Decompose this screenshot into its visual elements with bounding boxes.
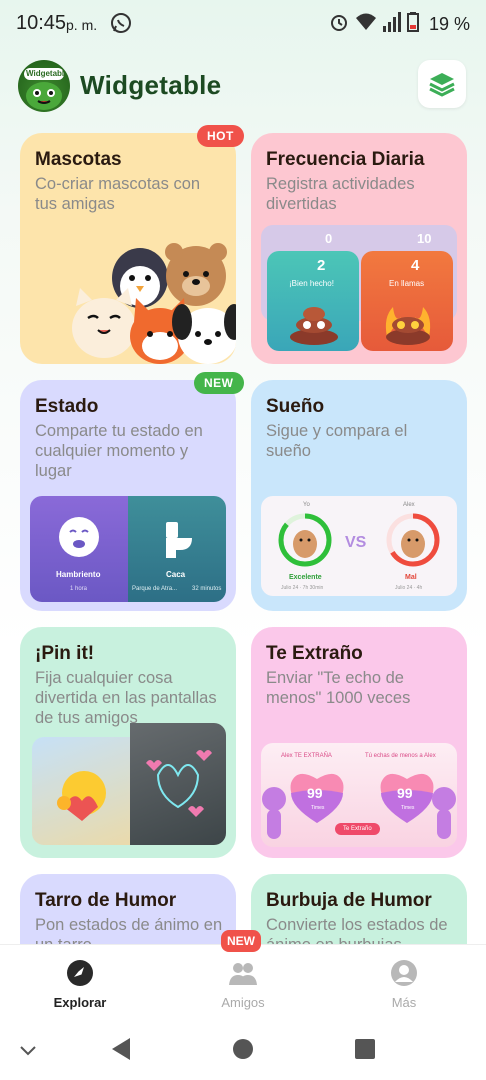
sleep-right-name: Alex: [403, 502, 415, 508]
left-count: 2: [317, 257, 326, 274]
right-label: En llamas: [389, 279, 425, 288]
card-title: Mascotas: [35, 149, 122, 170]
card-description: Enviar "Te echo de menos" 1000 veces: [266, 669, 411, 707]
bottom-navigation: Explorar Amigos Más: [0, 944, 486, 1024]
status-right-sub-right: 32 minutos: [192, 586, 222, 592]
card-sueno[interactable]: Sueño Sigue y compara el sueño Yo Alex V…: [251, 380, 467, 611]
status-right-label: Caca: [166, 570, 186, 579]
card-pin-it[interactable]: ¡Pin it! Fija cualquier cosa divertida e…: [20, 627, 236, 858]
hot-badge: HOT: [197, 125, 244, 147]
new-badge: NEW: [194, 372, 244, 394]
card-te-extrano[interactable]: Te Extraño Enviar "Te echo de menos" 100…: [251, 627, 467, 858]
doodle-hearts-icon: [146, 750, 212, 817]
card-frecuencia-diaria[interactable]: Frecuencia Diaria Registra actividades d…: [251, 133, 467, 364]
nav-mas[interactable]: Más: [354, 959, 454, 1010]
status-left-sub: 1 hora: [70, 586, 88, 592]
sleep-right-status: Mal: [405, 574, 417, 581]
chevron-down-icon[interactable]: [18, 1040, 38, 1060]
layers-button[interactable]: [418, 60, 466, 108]
miss-left-num: 99: [307, 785, 323, 801]
status-right-sub-left: Parque de Atra...: [132, 586, 178, 592]
status-preview-left: Hambriento 1 hora: [30, 496, 128, 602]
sleep-left-time: Julio 24 · 7h 30min: [281, 585, 324, 591]
nav-amigos-label: Amigos: [221, 995, 265, 1010]
system-navigation-bar: [0, 1024, 486, 1080]
pets-illustration: [72, 243, 236, 364]
card-title: Burbuja de Humor: [266, 890, 432, 911]
signal-icon: [382, 12, 401, 37]
miss-right-unit: Times: [401, 805, 415, 811]
card-description: Fija cualquier cosa divertida en las pan…: [35, 669, 217, 727]
app-logo: Widgetable: [18, 60, 70, 112]
status-time: 10:45: [16, 12, 67, 34]
card-description: Comparte tu estado en cualquier momento …: [35, 422, 203, 480]
miss-you-button[interactable]: Te Extraño: [335, 823, 380, 835]
card-description: Co-criar mascotas con tus amigas: [35, 175, 201, 213]
pin-preview-left: [32, 737, 130, 845]
logo-text: Widgetable: [26, 69, 69, 78]
back-left-count: 0: [325, 231, 333, 246]
nav-explorar-label: Explorar: [53, 995, 107, 1010]
miss-left-head: Alex TE EXTRAÑA: [281, 753, 332, 759]
sleep-ring-left: [278, 513, 332, 567]
sleep-left-name: Yo: [303, 502, 310, 508]
sleep-ring-right: [386, 513, 440, 567]
nav-amigos[interactable]: Amigos: [193, 959, 293, 1010]
frequency-widget-left: 2 ¡Bien hecho!: [267, 251, 359, 351]
miss-right-num: 99: [397, 785, 413, 801]
card-description: Sigue y compara el sueño: [266, 422, 408, 460]
back-right-count: 10: [417, 231, 432, 246]
card-title: Tarro de Humor: [35, 890, 177, 911]
card-description: Registra actividades divertidas: [266, 175, 415, 213]
fire-poop-icon: [385, 307, 431, 345]
purple-character-left-icon: [262, 787, 286, 839]
recents-icon[interactable]: [354, 1038, 376, 1060]
right-count: 4: [411, 257, 420, 274]
card-title: Te Extraño: [266, 643, 363, 664]
sleep-right-time: Julio 24 · 4h: [395, 585, 423, 591]
sleep-left-status: Excelente: [289, 574, 322, 581]
card-title: ¡Pin it!: [35, 643, 95, 664]
home-icon[interactable]: [232, 1038, 254, 1060]
battery-icon: [406, 12, 419, 37]
status-preview-right: Caca Parque de Atra... 32 minutos: [128, 496, 226, 602]
purple-character-right-icon: [432, 787, 456, 839]
friends-icon: [229, 963, 257, 985]
frequency-widget-right: 4 En llamas: [361, 251, 453, 351]
layers-icon: [429, 73, 455, 97]
alarm-icon: [329, 12, 349, 37]
card-estado[interactable]: Estado Comparte tu estado en cualquier m…: [20, 380, 236, 611]
nav-mas-label: Más: [391, 995, 417, 1010]
wifi-icon: [355, 12, 377, 37]
hungry-face-icon: [59, 517, 99, 557]
poop-icon: [290, 307, 338, 345]
left-label: ¡Bien hecho!: [289, 279, 334, 288]
app-header: Widgetable Widgetable: [0, 60, 486, 112]
status-left-label: Hambriento: [56, 570, 101, 579]
versus-label: VS: [345, 534, 367, 551]
back-icon[interactable]: [110, 1036, 132, 1062]
status-bar: 10:45 p. m. 19 %: [0, 0, 486, 46]
pin-preview-right: [130, 723, 226, 845]
toilet-icon: [166, 522, 192, 558]
profile-icon: [391, 960, 417, 986]
amigos-new-badge: NEW: [221, 930, 261, 952]
app-title: Widgetable: [80, 70, 222, 100]
card-title: Frecuencia Diaria: [266, 149, 425, 170]
miss-right-head: Tú echas de menos a Alex: [365, 753, 436, 759]
card-title: Sueño: [266, 396, 325, 417]
card-mascotas[interactable]: Mascotas Co-criar mascotas con tus amiga…: [20, 133, 236, 364]
battery-percent: 19 %: [428, 14, 470, 34]
card-title: Estado: [35, 396, 99, 417]
compass-icon: [67, 960, 93, 986]
status-ampm: p. m.: [66, 17, 98, 33]
nav-explorar[interactable]: Explorar: [30, 959, 130, 1010]
sleep-preview: Yo Alex VS Excelente Julio 24 · 7h 30min…: [261, 496, 457, 596]
hug-emoji-icon: [57, 771, 106, 821]
miss-you-preview: Alex TE EXTRAÑA Tú echas de menos a Alex…: [261, 743, 457, 847]
miss-left-unit: Times: [311, 805, 325, 811]
whatsapp-icon: [110, 12, 132, 39]
